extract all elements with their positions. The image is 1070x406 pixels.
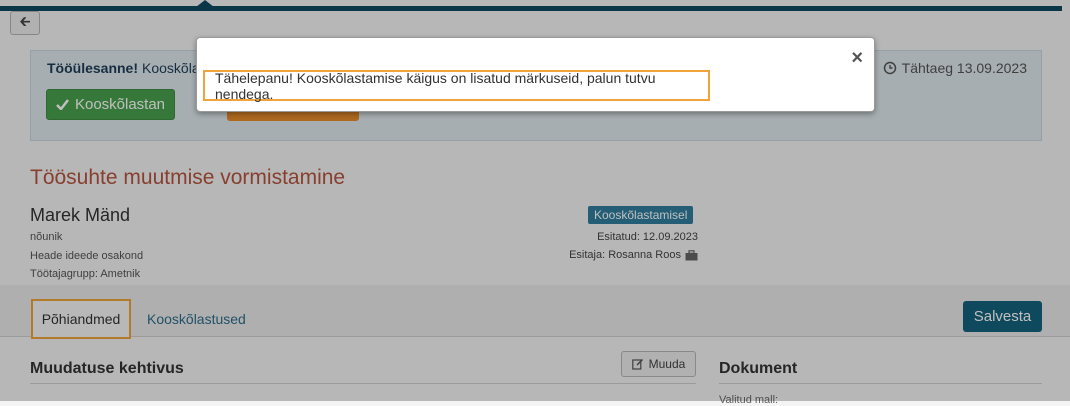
alert-message: Tähelepanu! Kooskõlastamise käigus on li… xyxy=(203,69,710,102)
alert-message-text: Tähelepanu! Kooskõlastamise käigus on li… xyxy=(215,69,656,102)
alert-modal: × Tähelepanu! Kooskõlastamise käigus on … xyxy=(196,37,875,112)
close-icon[interactable]: × xyxy=(851,48,863,68)
